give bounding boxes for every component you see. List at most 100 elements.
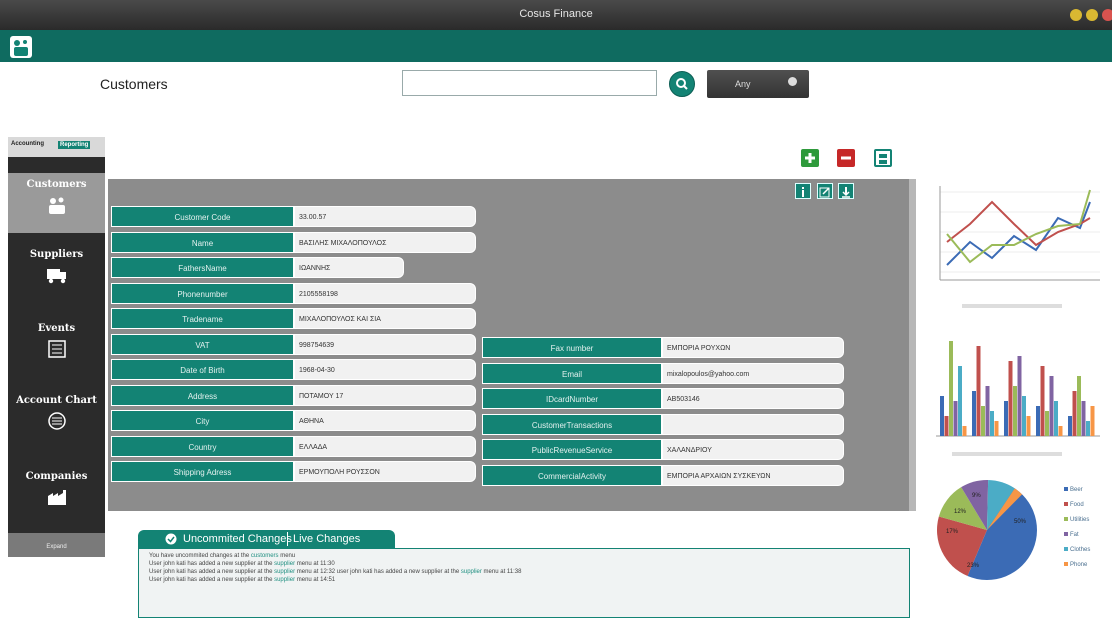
field-value-input[interactable]: ΕΡΜΟΥΠΟΛΗ ΡΟΥΣΣΟΝ bbox=[294, 461, 476, 482]
field-value-input[interactable]: 998754639 bbox=[294, 333, 476, 355]
sidebar: Accounting Reporting Customers Suppliers… bbox=[8, 137, 105, 557]
close-button[interactable] bbox=[1102, 9, 1112, 21]
edit-button[interactable] bbox=[817, 183, 833, 199]
log-line: You have uncommited changes at the custo… bbox=[149, 553, 296, 559]
bar bbox=[985, 386, 990, 436]
bar bbox=[1045, 411, 1049, 436]
field-value-input[interactable]: ΑΒ503146 bbox=[662, 388, 844, 409]
pie-legend-item: Fat bbox=[1064, 532, 1079, 538]
gear-icon bbox=[788, 77, 797, 86]
sidebar-item-customers[interactable]: Customers bbox=[8, 173, 105, 233]
field-value-input[interactable] bbox=[662, 413, 844, 435]
sidebar-item-label: Events bbox=[37, 323, 76, 334]
tab-accounting[interactable]: Accounting bbox=[11, 141, 44, 147]
bar bbox=[976, 346, 981, 436]
bar bbox=[1054, 401, 1058, 436]
form-scrollbar[interactable] bbox=[909, 179, 916, 511]
pie-label: 12% bbox=[954, 509, 967, 515]
bar bbox=[1036, 406, 1040, 436]
sidebar-item-events[interactable]: Events bbox=[8, 323, 105, 358]
bar bbox=[1068, 416, 1072, 436]
bar bbox=[949, 341, 953, 436]
field-value-input[interactable]: ΒΑΣΙΛΗΣ ΜΙΧΑΛΟΠΟΥΛΟΣ bbox=[294, 231, 476, 253]
search-button[interactable] bbox=[669, 71, 695, 97]
field-value-input[interactable]: ΑΘΗΝΑ bbox=[294, 410, 476, 431]
minimize-button[interactable] bbox=[1070, 9, 1082, 21]
tab-uncommited-changes[interactable]: Uncommited Changes bbox=[183, 533, 292, 545]
bar bbox=[1090, 406, 1095, 436]
field-value-input[interactable]: ΧΑΛΑΝΔΡΙΟΥ bbox=[662, 439, 844, 460]
sidebar-item-account-chart[interactable]: Account Chart bbox=[8, 395, 105, 430]
window-title: Cosus Finance bbox=[519, 8, 593, 20]
field-value-input[interactable]: ΠΟΤΑΜΟΥ 17 bbox=[294, 384, 476, 406]
log-line: User john kati has added a new supplier … bbox=[149, 569, 522, 575]
log-line: User john kati has added a new supplier … bbox=[149, 561, 335, 567]
field-label: Tradename bbox=[111, 308, 294, 329]
log-tabs: Uncommited Changes Live Changes bbox=[138, 530, 395, 548]
field-value-input[interactable]: 2105558198 bbox=[294, 282, 476, 304]
maximize-button[interactable] bbox=[1086, 9, 1098, 21]
bar bbox=[1013, 386, 1017, 436]
sidebar-item-suppliers[interactable]: Suppliers bbox=[8, 249, 105, 284]
field-value-input[interactable]: ΕΜΠΟΡΙΑ ΡΟΥΧΩΝ bbox=[662, 337, 844, 358]
tab-live-changes[interactable]: Live Changes bbox=[293, 533, 360, 545]
field-label: Phonenumber bbox=[111, 282, 294, 304]
factory-icon bbox=[47, 490, 66, 505]
sidebar-tabs: Accounting Reporting bbox=[8, 137, 105, 157]
field-label: PublicRevenueService bbox=[482, 439, 662, 460]
bar bbox=[1022, 396, 1026, 436]
field-label: Date of Birth bbox=[111, 359, 294, 380]
pie-legend-item: Clothes bbox=[1064, 547, 1090, 553]
bar bbox=[1017, 356, 1022, 436]
bar bbox=[1040, 366, 1045, 436]
bar bbox=[962, 426, 967, 436]
add-button[interactable] bbox=[801, 149, 819, 167]
search-icon bbox=[676, 78, 688, 90]
bar-chart bbox=[936, 341, 1100, 456]
field-value-input[interactable]: ΕΛΛΑΔΑ bbox=[294, 435, 476, 457]
info-button[interactable] bbox=[795, 183, 811, 199]
document-icon bbox=[47, 340, 66, 358]
bar bbox=[1081, 401, 1086, 436]
log-panel: You have uncommited changes at the custo… bbox=[138, 548, 910, 618]
search-input[interactable] bbox=[402, 70, 657, 96]
sidebar-expand[interactable]: Expand bbox=[8, 533, 105, 557]
tab-reporting[interactable]: Reporting bbox=[58, 141, 91, 149]
field-label: VAT bbox=[111, 333, 294, 355]
sidebar-item-companies[interactable]: Companies bbox=[8, 471, 105, 506]
log-line: User john kati has added a new supplier … bbox=[149, 577, 336, 583]
field-value-input[interactable]: 1968-04-30 bbox=[294, 359, 476, 380]
bar bbox=[1086, 421, 1090, 436]
save-button[interactable] bbox=[874, 149, 892, 167]
app-logo-icon bbox=[10, 36, 32, 58]
field-value-input[interactable]: ΜΙΧΑΛΟΠΟΥΛΟΣ ΚΑΙ ΣΙΑ bbox=[294, 308, 476, 329]
pie-legend-item: Phone bbox=[1064, 562, 1087, 568]
page-title: Customers bbox=[100, 76, 168, 92]
field-value-input[interactable]: ΙΩΑΝΝΗΣ bbox=[294, 257, 404, 278]
bar bbox=[940, 396, 944, 436]
remove-button[interactable] bbox=[837, 149, 855, 167]
search-filter-select[interactable]: Any bbox=[707, 70, 809, 98]
pie-legend-item: Food bbox=[1064, 502, 1084, 508]
bar bbox=[1026, 416, 1031, 436]
field-value-input[interactable]: ΕΜΠΟΡΙΑ ΑΡΧΑΙΩΝ ΣΥΣΚΕΥΩΝ bbox=[662, 464, 844, 486]
download-button[interactable] bbox=[838, 183, 854, 199]
field-value-input[interactable]: mixalopoulos@yahoo.com bbox=[662, 362, 844, 384]
line-chart bbox=[939, 186, 1100, 308]
pie-legend-item: Beer bbox=[1064, 487, 1083, 493]
bar bbox=[981, 406, 985, 436]
bar-chart-legend bbox=[952, 452, 1062, 456]
field-label: Fax number bbox=[482, 337, 662, 358]
field-label: City bbox=[111, 410, 294, 431]
bar bbox=[990, 411, 994, 436]
sidebar-item-label: Suppliers bbox=[29, 249, 84, 260]
download-icon bbox=[842, 187, 850, 198]
field-value-input[interactable]: 33.00.57 bbox=[294, 206, 476, 227]
field-label: CustomerTransactions bbox=[482, 413, 662, 435]
pie-label: 17% bbox=[946, 529, 959, 535]
bar bbox=[1008, 361, 1013, 436]
bar bbox=[1004, 401, 1008, 436]
pie-legend-item: Utilities bbox=[1064, 517, 1089, 523]
field-label: Shipping Adress bbox=[111, 461, 294, 482]
field-label: Customer Code bbox=[111, 206, 294, 227]
